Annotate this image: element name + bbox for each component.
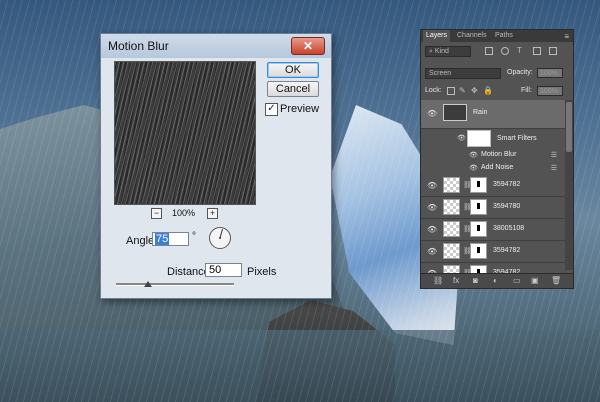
layer-row[interactable]: 👁 ⛓ 3594782 — [421, 241, 573, 263]
layer-thumbnail — [443, 199, 460, 215]
close-icon: ✕ — [302, 39, 314, 53]
preview-checkbox[interactable]: ✓ — [265, 103, 278, 116]
smart-filters-row[interactable]: 👁 Smart Filters — [421, 129, 573, 149]
new-layer-icon[interactable]: ▣ — [531, 276, 539, 285]
lock-position-icon[interactable]: ✥ — [471, 87, 479, 95]
smart-filters-label: Smart Filters — [497, 135, 537, 142]
dialog-title: Motion Blur — [108, 39, 169, 53]
angle-dial[interactable] — [209, 227, 231, 249]
motion-blur-dialog: Motion Blur ✕ − 100% + OK Cancel ✓ Previ… — [100, 33, 332, 299]
cancel-button[interactable]: Cancel — [267, 81, 319, 97]
zoom-out-button[interactable]: − — [151, 208, 162, 219]
layers-panel: Layers Channels Paths ≡ ⌕ Kind T Screen … — [420, 29, 574, 289]
layer-row[interactable]: 👁 ⛓ 3594782 — [421, 175, 573, 197]
filter-name: Motion Blur — [481, 151, 517, 158]
layer-list: 👁 Rain 👁 Smart Filters 👁 Motion Blur ☰ 👁… — [421, 100, 573, 285]
zoom-level: 100% — [172, 208, 196, 218]
smart-object-filter-icon[interactable] — [549, 47, 557, 55]
blend-row: Screen Opacity: 100% — [425, 68, 569, 79]
layer-mask — [470, 221, 487, 237]
filter-options-icon[interactable]: ☰ — [551, 164, 557, 172]
panel-footer: ⛓ fx ◙ ◐ ▭ ▣ 🗑 — [421, 273, 573, 288]
layer-mask — [470, 199, 487, 215]
tab-layers[interactable]: Layers — [423, 30, 451, 42]
visibility-eye-icon[interactable]: 👁 — [427, 203, 437, 212]
adjustment-filter-icon[interactable] — [501, 47, 509, 55]
lock-label: Lock: — [425, 87, 442, 94]
layer-rain[interactable]: 👁 Rain — [421, 100, 573, 129]
fill-label: Fill: — [521, 87, 532, 94]
filter-eye-icon[interactable]: 👁 — [469, 164, 478, 172]
visibility-eye-icon[interactable]: 👁 — [427, 225, 437, 234]
dialog-titlebar[interactable]: Motion Blur ✕ — [101, 34, 331, 58]
close-button[interactable]: ✕ — [291, 37, 325, 55]
angle-input[interactable]: 75 — [152, 232, 189, 246]
visibility-eye-icon[interactable]: 👁 — [427, 181, 437, 190]
visibility-eye-icon[interactable]: 👁 — [427, 109, 437, 118]
lock-row: Lock: ✎ ✥ 🔒 Fill: 100% — [425, 86, 569, 97]
layer-row[interactable]: 👁 ⛓ 3594780 — [421, 197, 573, 219]
filter-row-add-noise[interactable]: 👁 Add Noise ☰ — [421, 162, 573, 175]
layers-scroll-thumb[interactable] — [566, 102, 572, 152]
lock-transparent-icon[interactable] — [447, 87, 455, 95]
preview-label: Preview — [280, 103, 320, 115]
fx-icon[interactable]: fx — [453, 276, 459, 285]
smart-filter-eye-icon[interactable]: 👁 — [457, 134, 466, 142]
layer-mask — [470, 177, 487, 193]
filter-preview[interactable] — [114, 61, 256, 205]
kind-filter[interactable]: ⌕ Kind — [425, 46, 471, 57]
distance-slider-thumb[interactable] — [144, 281, 152, 287]
lock-all-icon[interactable]: 🔒 — [483, 87, 493, 95]
zoom-in-button[interactable]: + — [207, 208, 218, 219]
opacity-field[interactable]: 100% — [537, 68, 563, 78]
panel-tabbar: Layers Channels Paths ≡ — [421, 30, 573, 42]
adjustment-layer-icon[interactable]: ◐ — [493, 276, 498, 285]
folder-icon[interactable]: ▭ — [513, 276, 521, 285]
lock-pixels-icon[interactable]: ✎ — [459, 87, 467, 95]
visibility-eye-icon[interactable]: 👁 — [427, 247, 437, 256]
panel-menu-icon[interactable]: ≡ — [564, 32, 569, 41]
layer-thumbnail — [443, 221, 460, 237]
angle-dial-icon — [219, 228, 223, 239]
layer-name: 3594782 — [493, 181, 521, 188]
layer-thumbnail — [443, 177, 460, 193]
angle-value: 75 — [155, 233, 170, 245]
blend-mode-select[interactable]: Screen — [425, 68, 501, 79]
link-layers-icon[interactable]: ⛓ — [433, 276, 443, 285]
zoom-controls: − 100% + — [151, 208, 221, 220]
tab-paths[interactable]: Paths — [495, 32, 513, 39]
ok-button[interactable]: OK — [267, 62, 319, 78]
distance-input[interactable]: 50 — [205, 263, 242, 277]
trash-icon[interactable]: 🗑 — [551, 276, 561, 285]
layer-name: 38005108 — [493, 225, 525, 232]
add-mask-icon[interactable]: ◙ — [473, 276, 478, 285]
layer-row[interactable]: 👁 ⛓ 38005108 — [421, 219, 573, 241]
distance-slider[interactable] — [116, 283, 234, 286]
degree-symbol: ° — [192, 231, 196, 242]
layer-name: Rain — [473, 109, 488, 116]
distance-unit: Pixels — [247, 266, 277, 278]
smart-filter-mask — [467, 130, 491, 147]
rain-thumbnail — [443, 104, 467, 121]
type-filter-icon[interactable]: T — [517, 47, 525, 55]
image-filter-icon[interactable] — [485, 47, 493, 55]
opacity-label: Opacity: — [507, 69, 533, 76]
fill-field[interactable]: 100% — [537, 86, 563, 96]
shape-filter-icon[interactable] — [533, 47, 541, 55]
layer-name: 3594780 — [493, 203, 521, 210]
tab-channels[interactable]: Channels — [457, 32, 487, 39]
filter-name: Add Noise — [481, 164, 514, 171]
layer-thumbnail — [443, 243, 460, 259]
filter-row: ⌕ Kind T — [425, 46, 569, 57]
filter-eye-icon[interactable]: 👁 — [469, 151, 478, 159]
filter-row-motion-blur[interactable]: 👁 Motion Blur ☰ — [421, 149, 573, 162]
layer-name: 3594782 — [493, 247, 521, 254]
filter-options-icon[interactable]: ☰ — [551, 151, 557, 159]
kind-label: Kind — [434, 48, 449, 55]
layer-mask — [470, 243, 487, 259]
